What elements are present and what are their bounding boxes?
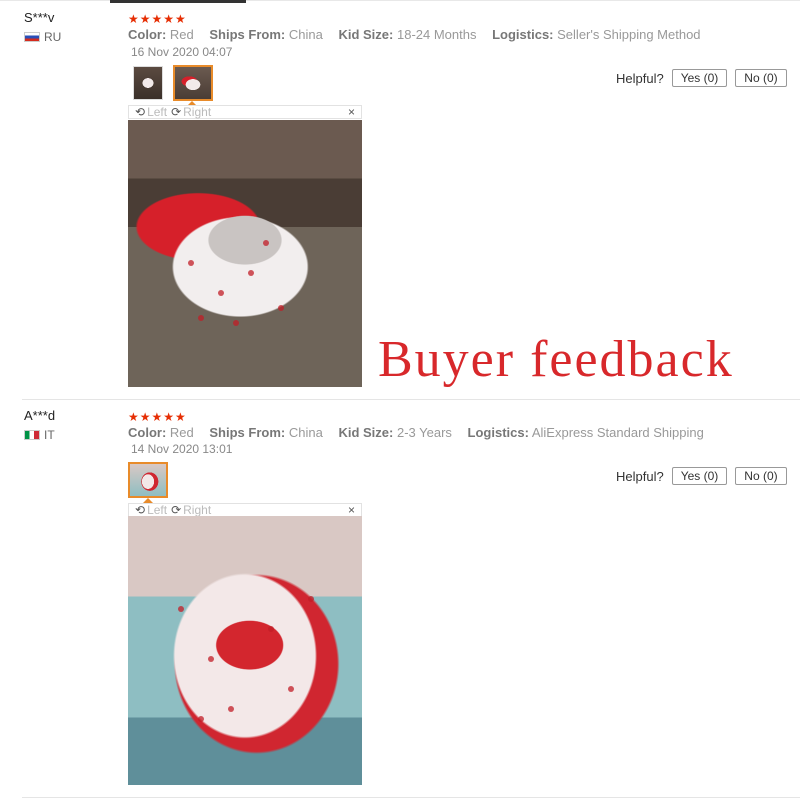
photo-thumbnail[interactable]: [133, 66, 163, 100]
reviewer-name: A***d: [24, 408, 56, 423]
buyer-feedback-overlay: Buyer feedback: [378, 331, 734, 388]
attr-ships-from: Ships From: China: [209, 27, 323, 42]
rotate-left-control[interactable]: ⟲ Left: [135, 503, 167, 517]
reviewer-name: S***v: [24, 10, 55, 25]
helpful-label: Helpful?: [616, 70, 664, 86]
product-attributes: Color: Red Ships From: China Kid Size: 2…: [128, 425, 716, 440]
vote-yes-button[interactable]: Yes (0): [671, 467, 728, 485]
rotate-right-control[interactable]: ⟳ Right: [171, 105, 211, 119]
country-code: RU: [44, 30, 62, 44]
attr-kid-size: Kid Size: 2-3 Years: [338, 425, 452, 440]
reviewer-country: RU: [24, 30, 61, 44]
review-date: 16 Nov 2020 04:07: [131, 45, 233, 59]
vote-no-button[interactable]: No (0): [735, 467, 787, 485]
attr-color: Color: Red: [128, 425, 194, 440]
photo-thumbnail-selected[interactable]: [173, 65, 213, 101]
rotate-right-icon: ⟳: [171, 503, 182, 517]
image-viewer-toolbar: ⟲ Left ⟳ Right ×: [128, 105, 362, 119]
photo-thumbnail-selected[interactable]: [128, 462, 168, 498]
rotate-left-control[interactable]: ⟲ Left: [135, 105, 167, 119]
review-date: 14 Nov 2020 13:01: [131, 442, 233, 456]
attr-kid-size: Kid Size: 18-24 Months: [338, 27, 477, 42]
image-viewer-toolbar: ⟲ Left ⟳ Right ×: [128, 503, 362, 517]
review-photo-large[interactable]: [128, 516, 362, 785]
helpful-vote: Helpful? Yes (0) No (0): [616, 467, 787, 485]
attr-ships-from: Ships From: China: [209, 425, 323, 440]
rotate-left-icon: ⟲: [135, 503, 146, 517]
review-divider: [22, 797, 800, 798]
review-card: A***d IT ★★★★★ Color: Red Ships From: Ch…: [0, 400, 800, 800]
review-photo-large[interactable]: [128, 120, 362, 387]
rotate-right-icon: ⟳: [171, 105, 182, 119]
vote-yes-button[interactable]: Yes (0): [671, 69, 728, 87]
product-attributes: Color: Red Ships From: China Kid Size: 1…: [128, 27, 713, 42]
russia-flag-icon: [24, 32, 40, 42]
star-rating: ★★★★★: [128, 12, 187, 26]
reviewer-country: IT: [24, 428, 55, 442]
attr-logistics: Logistics: AliExpress Standard Shipping: [467, 425, 704, 440]
helpful-label: Helpful?: [616, 468, 664, 484]
attr-logistics: Logistics: Seller's Shipping Method: [492, 27, 701, 42]
vote-no-button[interactable]: No (0): [735, 69, 787, 87]
attr-color: Color: Red: [128, 27, 194, 42]
italy-flag-icon: [24, 430, 40, 440]
helpful-vote: Helpful? Yes (0) No (0): [616, 69, 787, 87]
star-rating: ★★★★★: [128, 410, 187, 424]
rotate-right-control[interactable]: ⟳ Right: [171, 503, 211, 517]
close-viewer-icon[interactable]: ×: [348, 503, 355, 517]
country-code: IT: [44, 428, 55, 442]
rotate-left-icon: ⟲: [135, 105, 146, 119]
close-viewer-icon[interactable]: ×: [348, 105, 355, 119]
